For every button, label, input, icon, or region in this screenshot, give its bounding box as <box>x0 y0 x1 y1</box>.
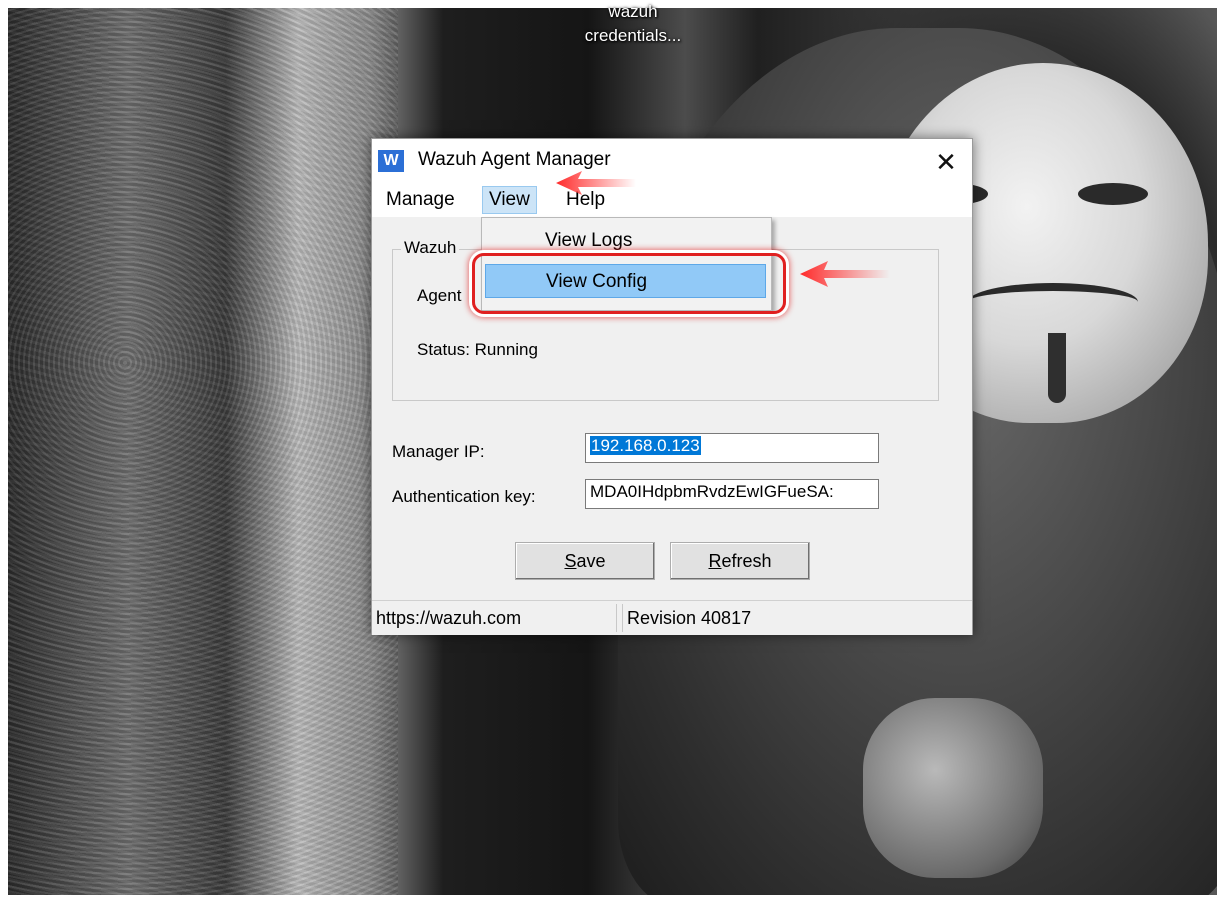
manager-ip-input[interactable]: 192.168.0.123 <box>585 433 879 463</box>
refresh-label-rest: efresh <box>721 551 772 571</box>
status-revision: Revision 40817 <box>622 604 967 632</box>
desktop-icon-label[interactable]: wazuh credentials... <box>548 0 718 48</box>
status-label: Status: Running <box>417 340 538 359</box>
menu-view[interactable]: View <box>482 186 537 214</box>
refresh-accelerator: R <box>708 551 722 571</box>
status-bar: https://wazuh.com Revision 40817 <box>372 600 972 635</box>
figure-hand <box>863 698 1043 878</box>
save-label-rest: ave <box>576 551 606 571</box>
menu-bar: Manage View Help <box>372 183 972 217</box>
save-accelerator: S <box>564 551 577 571</box>
manager-ip-label: Manager IP: <box>392 442 485 461</box>
close-button[interactable]: ✕ <box>924 143 968 181</box>
auth-key-label: Authentication key: <box>392 487 536 506</box>
mask-beard <box>1048 333 1066 403</box>
groupbox-legend: Wazuh <box>401 238 460 258</box>
title-bar[interactable]: W Wazuh Agent Manager ✕ <box>372 139 972 183</box>
desktop-icon-label-line1: wazuh <box>608 2 658 21</box>
annotation-arrow-view-icon <box>556 171 636 195</box>
status-url: https://wazuh.com <box>372 604 617 632</box>
desktop-icon-label-line2: credentials... <box>584 26 682 45</box>
menu-manage[interactable]: Manage <box>380 187 461 213</box>
manager-ip-selected-text: 192.168.0.123 <box>590 436 701 455</box>
annotation-arrow-config-icon <box>800 261 890 287</box>
auth-key-input[interactable]: MDA0IHdpbmRvdzEwIGFueSA: <box>585 479 879 509</box>
mask-moustache <box>968 283 1138 321</box>
wazuh-app-icon: W <box>378 150 404 172</box>
annotation-highlight-ring <box>472 253 786 314</box>
wall-texture <box>8 8 398 895</box>
refresh-button[interactable]: Refresh <box>670 542 810 580</box>
wazuh-agent-manager-window: W Wazuh Agent Manager ✕ Manage View Help… <box>371 138 973 635</box>
mask-eye-right <box>1078 183 1148 205</box>
agent-label: Agent <box>417 286 462 305</box>
save-button[interactable]: Save <box>515 542 655 580</box>
